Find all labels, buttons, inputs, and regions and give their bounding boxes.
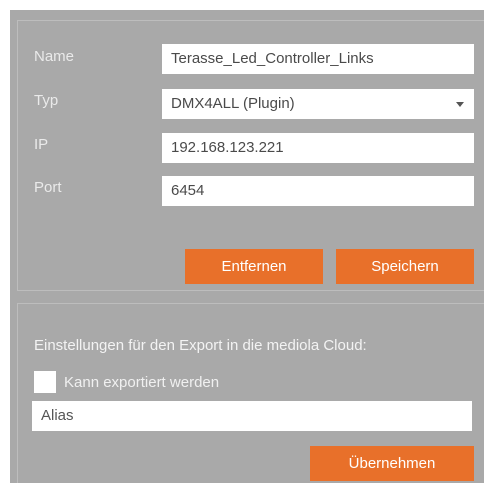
- apply-button[interactable]: Übernehmen: [310, 446, 474, 481]
- type-label: Typ: [34, 92, 59, 109]
- ip-label: IP: [34, 136, 49, 153]
- exportable-checkbox-label: Kann exportiert werden: [64, 374, 220, 391]
- exportable-checkbox[interactable]: [34, 371, 56, 393]
- device-settings-panel: Name Terasse_Led_Controller_Links Typ DM…: [10, 10, 484, 483]
- export-settings-title: Einstellungen für den Export in die medi…: [34, 337, 367, 354]
- export-settings-section: Einstellungen für den Export in die medi…: [17, 303, 484, 483]
- name-label: Name: [34, 48, 75, 65]
- port-input[interactable]: 6454: [162, 176, 474, 206]
- type-value: DMX4ALL (Plugin): [171, 95, 295, 112]
- type-select[interactable]: DMX4ALL (Plugin): [162, 89, 474, 119]
- remove-button[interactable]: Entfernen: [185, 249, 323, 284]
- save-button[interactable]: Speichern: [336, 249, 474, 284]
- port-label: Port: [34, 179, 62, 196]
- ip-input[interactable]: 192.168.123.221: [162, 133, 474, 163]
- name-input[interactable]: Terasse_Led_Controller_Links: [162, 44, 474, 74]
- ip-value: 192.168.123.221: [171, 139, 284, 156]
- alias-input[interactable]: Alias: [32, 401, 472, 431]
- chevron-down-icon: [456, 102, 464, 107]
- name-value: Terasse_Led_Controller_Links: [171, 50, 374, 67]
- port-value: 6454: [171, 182, 205, 199]
- device-form-section: Name Terasse_Led_Controller_Links Typ DM…: [17, 20, 484, 291]
